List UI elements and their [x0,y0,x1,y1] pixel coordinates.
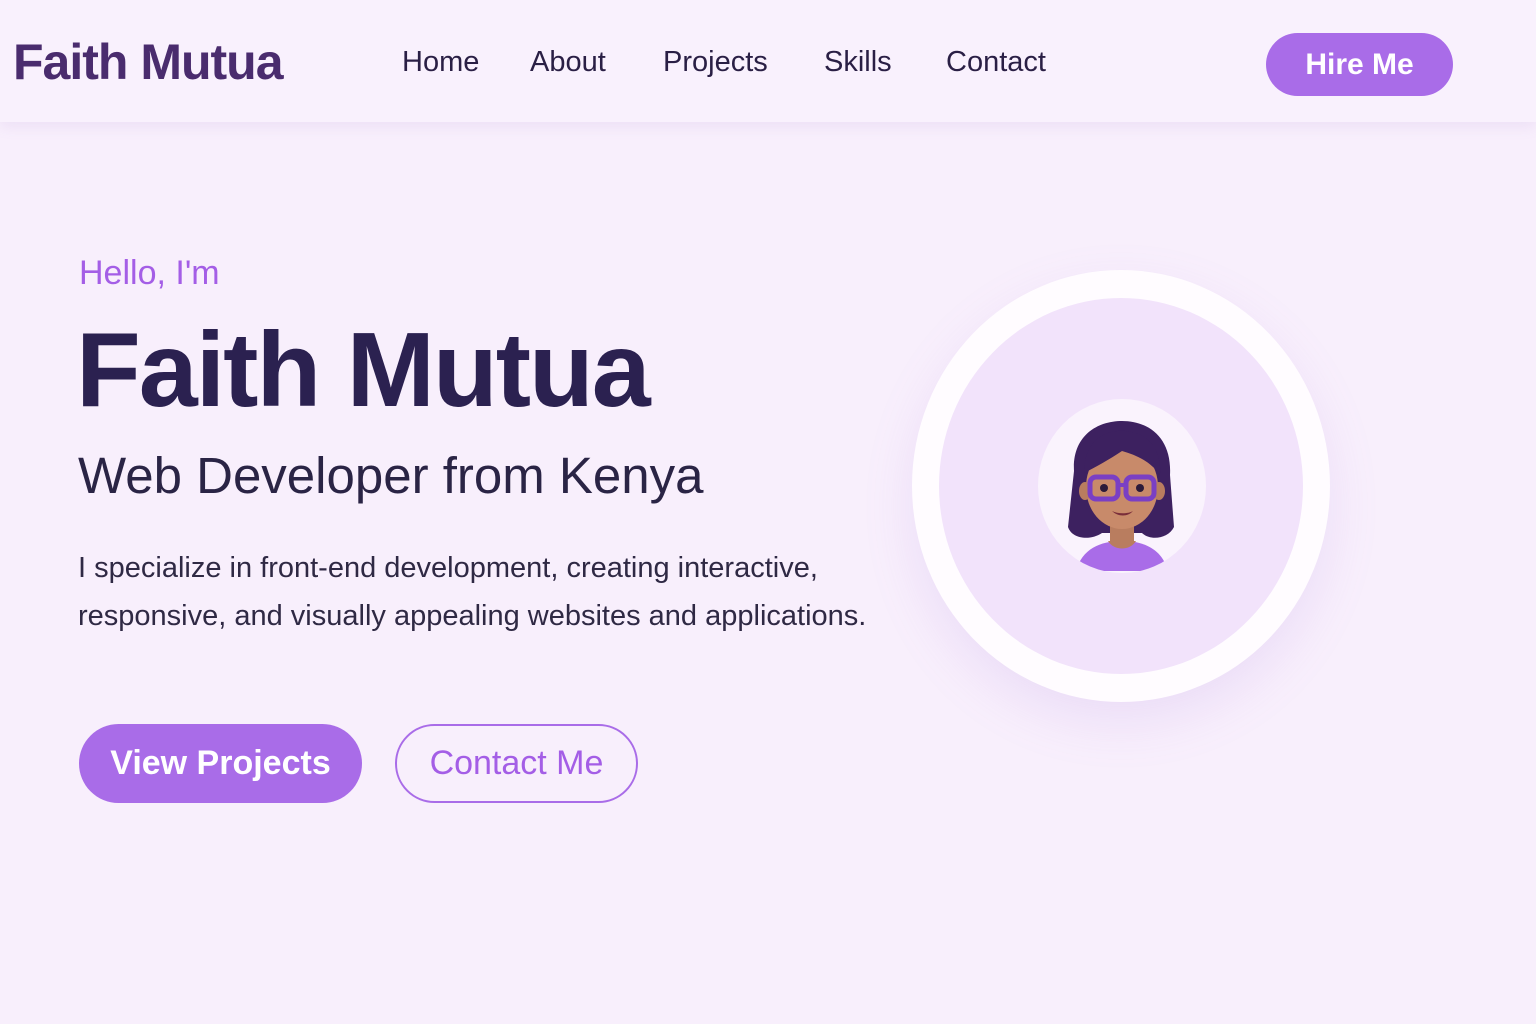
navbar: Faith Mutua Home About Projects Skills C… [0,0,1536,122]
contact-me-button[interactable]: Contact Me [395,724,638,803]
hero-greeting: Hello, I'm [79,254,220,292]
hire-me-button[interactable]: Hire Me [1266,33,1453,96]
nav-link-skills[interactable]: Skills [824,44,892,80]
nav-link-about[interactable]: About [530,44,606,80]
hero-role: Web Developer from Kenya [78,447,704,504]
nav-link-projects[interactable]: Projects [663,44,768,80]
hero-description: I specialize in front-end development, c… [78,552,867,632]
hero-name: Faith Mutua [76,311,651,429]
avatar-inner-circle [939,298,1303,674]
site-logo[interactable]: Faith Mutua [13,34,284,90]
view-projects-button[interactable]: View Projects [79,724,362,803]
avatar [1038,399,1206,573]
nav-link-contact[interactable]: Contact [946,44,1046,80]
avatar-frame [912,270,1330,702]
nav-link-home[interactable]: Home [402,44,479,80]
woman-with-glasses-icon [1068,421,1174,571]
